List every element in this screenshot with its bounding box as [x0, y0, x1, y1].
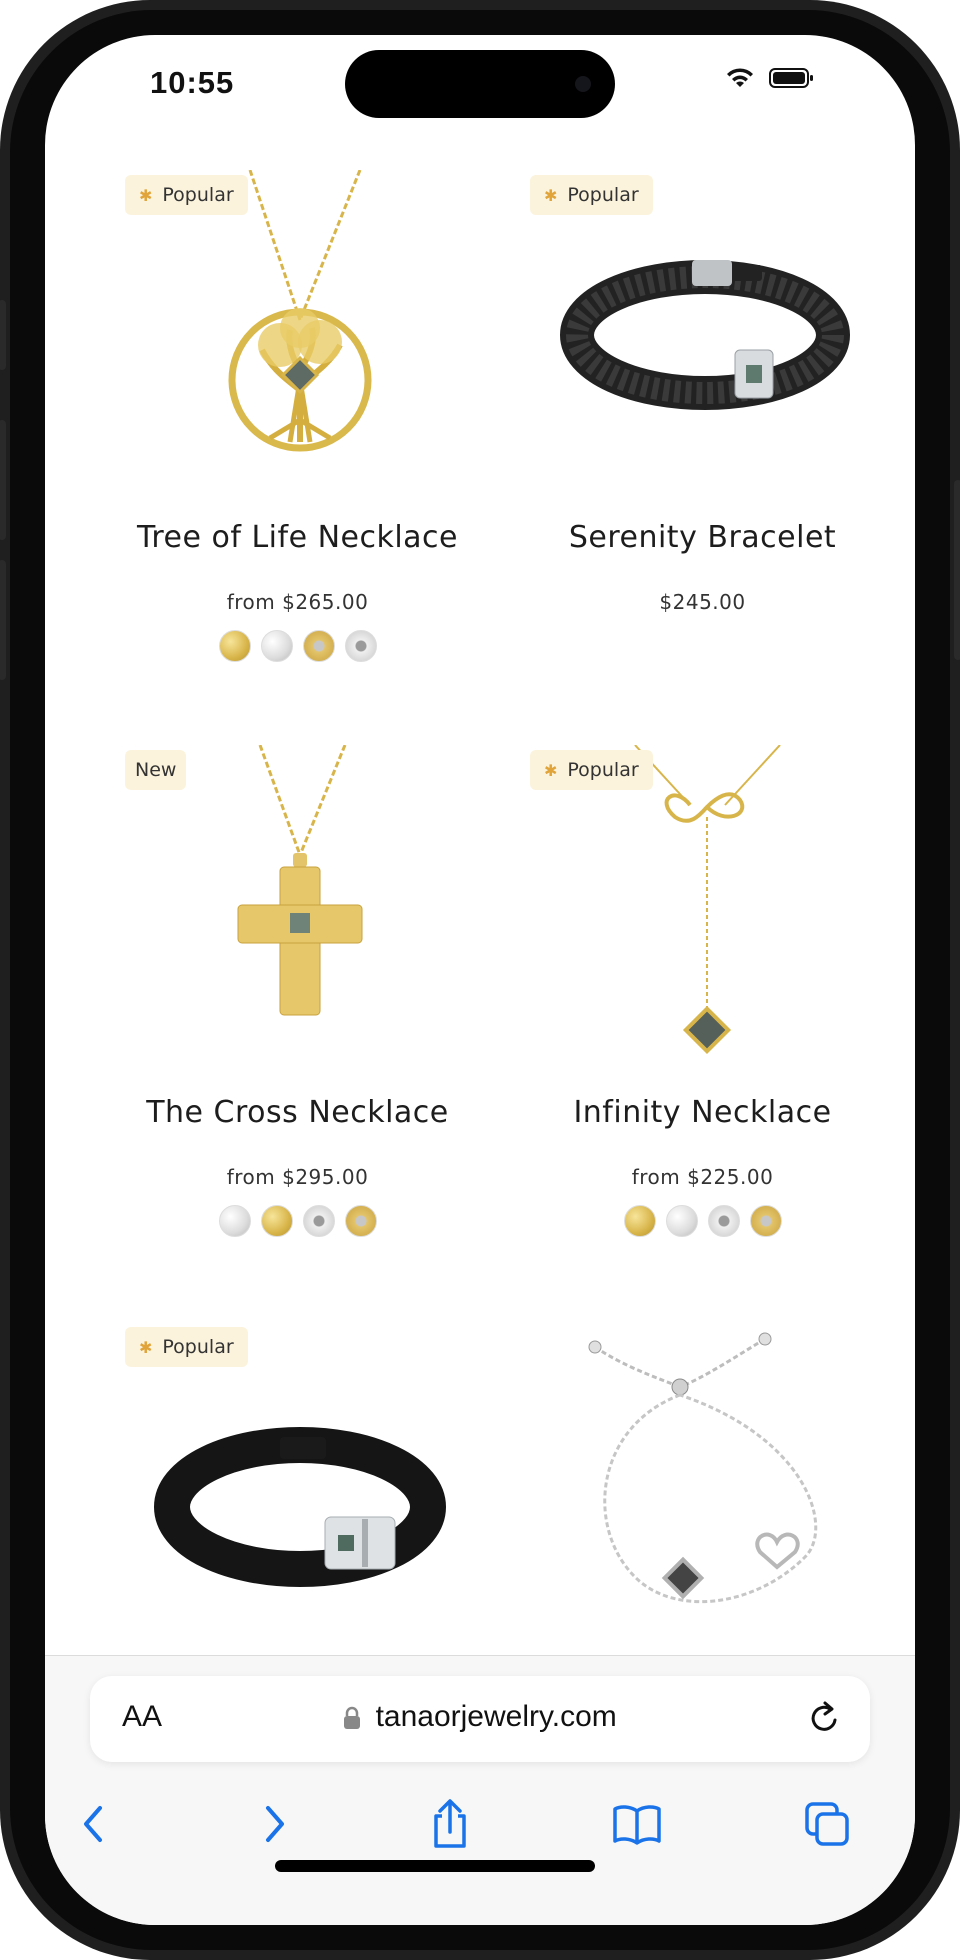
product-name[interactable]: Serenity Bracelet — [500, 520, 905, 555]
badge-label: New — [135, 759, 177, 781]
swatch-silver-stone[interactable] — [302, 1205, 335, 1237]
share-icon — [434, 1799, 466, 1848]
home-indicator[interactable] — [275, 1860, 595, 1872]
swatch-gold[interactable] — [623, 1205, 656, 1237]
swatch-gold-stone[interactable] — [302, 630, 335, 662]
volume-down-button — [0, 560, 6, 680]
badge-popular: ✱ Popular — [530, 175, 653, 215]
status-time: 10:55 — [150, 65, 235, 100]
status-bar: 10:55 — [45, 35, 915, 135]
badge-popular: ✱ Popular — [125, 1327, 248, 1367]
leather-band-bracelet-icon — [154, 1427, 446, 1587]
back-icon — [84, 1806, 102, 1842]
product-card[interactable]: ✱ Popular Infinity Necklace from $225.00 — [500, 740, 905, 1315]
nav-row — [45, 1786, 915, 1856]
forward-icon — [266, 1806, 284, 1842]
url-text: tanaorjewelry.com — [375, 1700, 617, 1733]
forward-button[interactable] — [245, 1794, 305, 1854]
product-card[interactable]: New The Cross Necklace from $295.00 — [95, 740, 500, 1315]
status-icons — [725, 67, 815, 89]
swatch-silver[interactable] — [665, 1205, 698, 1237]
badge-popular: ✱ Popular — [530, 750, 653, 790]
product-price: from $225.00 — [631, 1165, 774, 1189]
badge-popular: ✱ Popular — [125, 175, 248, 215]
lock-icon — [344, 1706, 361, 1730]
camera-icon — [575, 76, 591, 92]
dynamic-island — [345, 50, 615, 118]
silver-slider-bracelet-icon — [588, 1332, 818, 1604]
product-image[interactable] — [135, 740, 465, 1070]
product-image[interactable] — [540, 1317, 870, 1657]
product-name[interactable]: The Cross Necklace — [95, 1095, 500, 1130]
product-price: from $265.00 — [226, 590, 369, 614]
star-icon: ✱ — [139, 1337, 153, 1357]
url-field[interactable]: tanaorjewelry.com — [90, 1700, 870, 1734]
badge-label: Popular — [567, 759, 639, 781]
tree-of-life-necklace-icon — [228, 170, 372, 452]
infinity-lariat-necklace-icon — [634, 745, 781, 1055]
reload-icon[interactable] — [806, 1698, 842, 1738]
product-price: $245.00 — [659, 590, 746, 614]
wifi-icon — [727, 68, 753, 87]
product-price: from $295.00 — [226, 1165, 369, 1189]
bookmarks-button[interactable] — [607, 1794, 667, 1854]
back-button[interactable] — [63, 1794, 123, 1854]
bookmarks-icon — [613, 1805, 661, 1845]
color-swatches — [95, 630, 500, 662]
phone-frame: 10:55 ✱ Popular Tree of Life Necklace fr… — [0, 0, 960, 1960]
color-swatches — [95, 1205, 500, 1237]
screen: 10:55 ✱ Popular Tree of Life Necklace fr… — [45, 35, 915, 1925]
badge-label: Popular — [162, 184, 234, 206]
side-button — [0, 300, 6, 370]
star-icon: ✱ — [544, 760, 558, 780]
product-name[interactable]: Infinity Necklace — [500, 1095, 905, 1130]
tabs-button[interactable] — [797, 1794, 857, 1854]
swatch-gold[interactable] — [260, 1205, 293, 1237]
product-card[interactable]: ✱ Popular Tree of Life Necklace from $26… — [95, 165, 500, 740]
volume-up-button — [0, 420, 6, 540]
star-icon: ✱ — [139, 185, 153, 205]
product-name[interactable]: Tree of Life Necklace — [95, 520, 500, 555]
swatch-gold[interactable] — [218, 630, 251, 662]
swatch-gold-stone[interactable] — [749, 1205, 782, 1237]
share-button[interactable] — [420, 1794, 480, 1854]
tabs-icon — [805, 1802, 849, 1846]
power-button — [954, 480, 960, 660]
swatch-silver[interactable] — [260, 630, 293, 662]
battery-icon — [769, 68, 813, 88]
swatch-silver-stone[interactable] — [344, 630, 377, 662]
leather-braided-bracelet-icon — [560, 260, 850, 410]
color-swatches — [500, 1205, 905, 1237]
swatch-silver-stone[interactable] — [707, 1205, 740, 1237]
product-card[interactable]: ✱ Popular Serenity Bracelet $245.00 — [500, 165, 905, 740]
star-icon: ✱ — [544, 185, 558, 205]
address-bar[interactable]: AA tanaorjewelry.com — [90, 1676, 870, 1762]
swatch-gold-stone[interactable] — [344, 1205, 377, 1237]
badge-label: Popular — [162, 1336, 234, 1358]
badge-label: Popular — [567, 184, 639, 206]
swatch-silver[interactable] — [218, 1205, 251, 1237]
cross-necklace-icon — [237, 745, 363, 1016]
browser-toolbar: AA tanaorjewelry.com — [45, 1655, 915, 1925]
badge-new: New — [125, 750, 187, 790]
